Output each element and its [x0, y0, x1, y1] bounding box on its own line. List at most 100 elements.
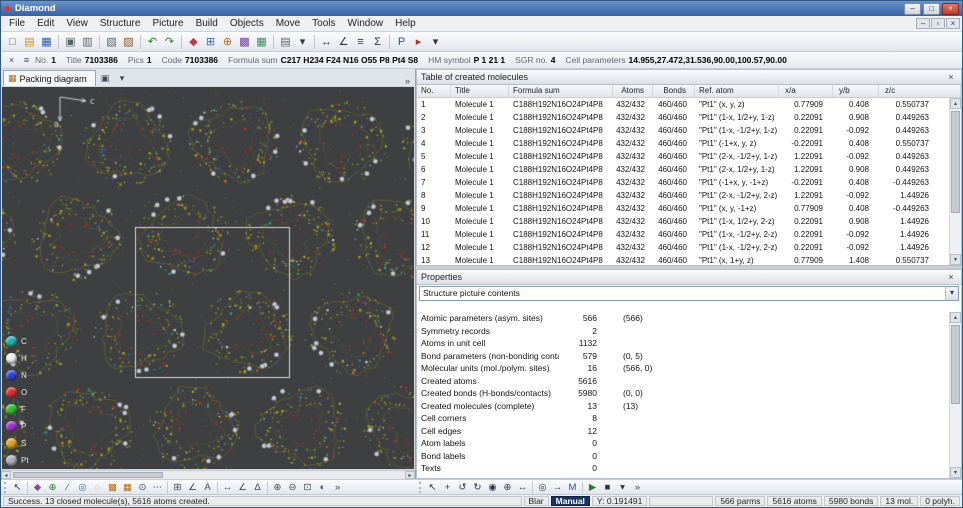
- menu-item-tools[interactable]: Tools: [306, 16, 341, 31]
- table-panel-close-icon[interactable]: ×: [945, 72, 957, 82]
- scroll-thumb[interactable]: [951, 111, 960, 213]
- angle-icon[interactable]: ∠: [235, 481, 250, 494]
- property-row[interactable]: Created molecules (complete)13(13): [417, 400, 949, 413]
- render-icon[interactable]: ◐: [315, 481, 330, 494]
- fill-range-icon[interactable]: ▦: [120, 481, 135, 494]
- scroll-down-icon[interactable]: ▾: [950, 467, 961, 478]
- packing-diagram-canvas[interactable]: [2, 87, 414, 469]
- pan-mode-icon[interactable]: +: [440, 481, 455, 494]
- table-row[interactable]: 2Molecule 1C188H192N16O24Pt4P8432/432460…: [417, 111, 949, 124]
- table-row[interactable]: 13Molecule 1C188H192N16O24Pt4P8432/43246…: [417, 254, 949, 265]
- spin-icon[interactable]: ◎: [535, 481, 550, 494]
- property-row[interactable]: Created atoms5616: [417, 375, 949, 388]
- scroll-thumb[interactable]: [13, 472, 163, 478]
- options-dropdown-icon[interactable]: ▾: [427, 34, 444, 50]
- properties-scrollbar[interactable]: ▴ ▾: [949, 312, 961, 478]
- property-row[interactable]: Bond parameters (non-bonding contacts, .…: [417, 350, 949, 363]
- rotate-free-icon[interactable]: ◉: [485, 481, 500, 494]
- table-scrollbar[interactable]: ▴ ▾: [949, 98, 961, 265]
- menu-item-objects[interactable]: Objects: [224, 16, 270, 31]
- scroll-up-icon[interactable]: ▴: [950, 312, 961, 323]
- redo-icon[interactable]: ↷: [161, 34, 178, 50]
- property-row[interactable]: Atomic parameters (asym. sites)566(566): [417, 312, 949, 325]
- close-bar-icon[interactable]: ×: [5, 55, 18, 65]
- select-mode-icon[interactable]: ↖: [425, 481, 440, 494]
- table-row[interactable]: 4Molecule 1C188H192N16O24Pt4P8432/432460…: [417, 137, 949, 150]
- distances-table-icon[interactable]: ↔: [318, 34, 335, 50]
- mdi-minimize-button[interactable]: –: [916, 18, 930, 29]
- scroll-track[interactable]: [11, 471, 405, 479]
- atom-table-icon[interactable]: ⊞: [202, 34, 219, 50]
- property-row[interactable]: Symmetry records2: [417, 325, 949, 338]
- measure-mode-icon[interactable]: M: [565, 481, 580, 494]
- distance-mode-icon[interactable]: ↔: [515, 481, 530, 494]
- toolbar-grip[interactable]: [419, 482, 422, 493]
- minimize-button[interactable]: –: [904, 3, 921, 15]
- save-icon[interactable]: ▦: [38, 34, 55, 50]
- close-button[interactable]: ×: [942, 3, 959, 15]
- property-row[interactable]: Cell corners8: [417, 412, 949, 425]
- labels-icon[interactable]: A: [200, 481, 215, 494]
- table-row[interactable]: 8Molecule 1C188H192N16O24Pt4P8432/432460…: [417, 189, 949, 202]
- scroll-down-icon[interactable]: ▾: [950, 254, 961, 265]
- canvas-horizontal-scrollbar[interactable]: ◂ ▸: [1, 470, 415, 479]
- scroll-up-icon[interactable]: ▴: [950, 98, 961, 109]
- menu-item-move[interactable]: Move: [270, 16, 306, 31]
- zoom-in-icon[interactable]: ⊕: [270, 481, 285, 494]
- zoom-mode-icon[interactable]: ⊕: [500, 481, 515, 494]
- add-atom-icon[interactable]: ⊕: [45, 481, 60, 494]
- table-row[interactable]: 11Molecule 1C188H192N16O24Pt4P8432/43246…: [417, 228, 949, 241]
- bar-menu-icon[interactable]: ≡: [20, 55, 33, 65]
- menu-item-window[interactable]: Window: [342, 16, 390, 31]
- chevron-down-icon[interactable]: ▾: [945, 287, 958, 300]
- reflections-icon[interactable]: ▸: [410, 34, 427, 50]
- table-row[interactable]: 5Molecule 1C188H192N16O24Pt4P8432/432460…: [417, 150, 949, 163]
- zoom-out-icon[interactable]: ⊖: [285, 481, 300, 494]
- property-row[interactable]: Atoms in unit cell1132: [417, 337, 949, 350]
- stop-icon[interactable]: ■: [600, 481, 615, 494]
- broken-bonds-icon[interactable]: ◌: [90, 481, 105, 494]
- picture-icon[interactable]: ▦: [253, 34, 270, 50]
- add-bond-icon[interactable]: ∕: [60, 481, 75, 494]
- copy-icon[interactable]: ▧: [103, 34, 120, 50]
- property-row[interactable]: Bond labels0: [417, 450, 949, 463]
- view-mode-dropdown-icon[interactable]: ▾: [294, 34, 311, 50]
- walk-icon[interactable]: →: [550, 481, 565, 494]
- overflow-chevron-icon[interactable]: »: [630, 481, 645, 494]
- select-pointer-icon[interactable]: ↖: [10, 481, 25, 494]
- properties-selector[interactable]: Structure picture contents ▾: [419, 286, 959, 301]
- coordination-sphere-icon[interactable]: ◎: [75, 481, 90, 494]
- toolbar-grip[interactable]: [4, 482, 7, 493]
- scroll-thumb[interactable]: [951, 325, 960, 404]
- tab-packing-diagram[interactable]: ▦ Packing diagram: [3, 70, 96, 86]
- menu-item-build[interactable]: Build: [190, 16, 224, 31]
- scroll-track[interactable]: [950, 109, 961, 254]
- view-mode-icon[interactable]: ▤: [277, 34, 294, 50]
- angles-table-icon[interactable]: ∠: [335, 34, 352, 50]
- scroll-right-icon[interactable]: ▸: [405, 471, 415, 479]
- scroll-track[interactable]: [950, 323, 961, 467]
- packing-icon[interactable]: ▩: [236, 34, 253, 50]
- rotate-y-icon[interactable]: ↻: [470, 481, 485, 494]
- build-molecules-icon[interactable]: ⊕: [219, 34, 236, 50]
- properties-table-icon[interactable]: ≡: [352, 34, 369, 50]
- overflow-chevron-icon[interactable]: »: [330, 481, 345, 494]
- torsion-icon[interactable]: ∆: [250, 481, 265, 494]
- property-row[interactable]: Molecular units (mol./polym. sites)16(56…: [417, 362, 949, 375]
- menu-item-structure[interactable]: Structure: [94, 16, 147, 31]
- tabbar-overflow-chevron[interactable]: »: [402, 76, 413, 86]
- fit-view-icon[interactable]: ⊡: [300, 481, 315, 494]
- structure-wizard-icon[interactable]: ◆: [185, 34, 202, 50]
- undo-icon[interactable]: ↶: [144, 34, 161, 50]
- sum-icon[interactable]: Σ: [369, 34, 386, 50]
- table-row[interactable]: 3Molecule 1C188H192N16O24Pt4P8432/432460…: [417, 124, 949, 137]
- table-row[interactable]: 9Molecule 1C188H192N16O24Pt4P8432/432460…: [417, 202, 949, 215]
- property-row[interactable]: Created bonds (H-bonds/contacts)5980(0, …: [417, 387, 949, 400]
- open-folder-icon[interactable]: ▤: [21, 34, 38, 50]
- h-bonds-icon[interactable]: ⋯: [150, 481, 165, 494]
- play-icon[interactable]: ▶: [585, 481, 600, 494]
- table-row[interactable]: 1Molecule 1C188H192N16O24Pt4P8432/432460…: [417, 98, 949, 111]
- paste-icon[interactable]: ▨: [120, 34, 137, 50]
- new-file-icon[interactable]: □: [4, 34, 21, 50]
- menu-item-picture[interactable]: Picture: [146, 16, 189, 31]
